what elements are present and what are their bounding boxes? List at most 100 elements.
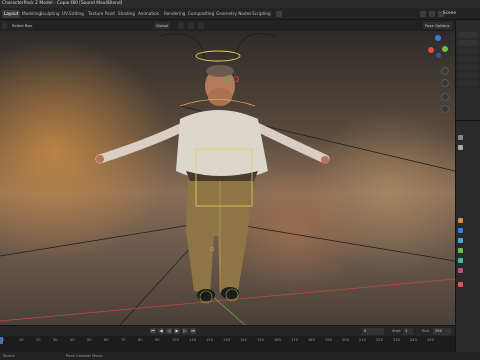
scene-name[interactable]: Scene: [443, 10, 456, 18]
y-axis-icon[interactable]: [442, 46, 448, 52]
timeline-tick: 160: [274, 338, 281, 342]
start-frame-label: Start: [392, 329, 401, 333]
timeline-tick: 250: [427, 338, 434, 342]
face-control: [233, 76, 239, 82]
tab-modeling[interactable]: Modeling: [22, 10, 41, 18]
timeline-tick: 170: [291, 338, 298, 342]
editor-type-icon[interactable]: [2, 22, 7, 29]
timeline-tick: 210: [359, 338, 366, 342]
status-middle: Pose Context Menu: [66, 353, 103, 358]
timeline-tick: 120: [206, 338, 213, 342]
timeline-tick: 60: [104, 338, 109, 342]
timeline-tick: 140: [240, 338, 247, 342]
timeline-tick: 110: [189, 338, 196, 342]
select-box-tool[interactable]: Select Box: [10, 22, 34, 29]
status-bar: Select Pose Context Menu: [0, 352, 480, 360]
viewport-header: Select Box Global Pose Options: [0, 20, 455, 31]
material-icon[interactable]: [458, 268, 463, 273]
viewport-scene[interactable]: [0, 31, 455, 325]
tab-shading[interactable]: Shading: [118, 10, 135, 18]
render-icon[interactable]: [458, 145, 463, 150]
timeline-tick: 180: [308, 338, 315, 342]
timeline-tick: 230: [393, 338, 400, 342]
z-axis-icon[interactable]: [435, 35, 441, 41]
timeline-tick: 100: [172, 338, 179, 342]
timeline-controls: ⏮ ◀ ◁ ▶ ▷ ⏭ 0 Start 1 End 250: [0, 325, 455, 336]
tab-sculpting[interactable]: Sculpting: [40, 10, 60, 18]
status-left: Select: [3, 353, 15, 358]
pose-options-dropdown[interactable]: Pose Options: [423, 22, 452, 29]
jump-start-button[interactable]: ⏮: [150, 328, 156, 334]
modifier-icon[interactable]: [458, 228, 463, 233]
end-frame-field[interactable]: 250: [433, 328, 451, 335]
outliner-row[interactable]: [458, 72, 478, 78]
tab-animation[interactable]: Animation: [138, 10, 159, 18]
camera-icon[interactable]: [441, 93, 449, 101]
play-button[interactable]: ▶: [174, 328, 180, 334]
tab-geometry-nodes[interactable]: Geometry Nodes: [216, 10, 251, 18]
particles-icon[interactable]: [458, 238, 463, 243]
pan-icon[interactable]: [441, 79, 449, 87]
properties-outliner-panel[interactable]: [455, 20, 480, 360]
tab-layout[interactable]: Layout: [2, 10, 21, 18]
texture-icon[interactable]: [458, 282, 463, 287]
timeline-tick: 240: [410, 338, 417, 342]
outliner-row[interactable]: [458, 40, 478, 46]
timeline-tick: 50: [87, 338, 92, 342]
workspace-tab-bar: Layout Modeling Sculpting UV Editing Tex…: [0, 8, 480, 20]
camera-line: [214, 220, 455, 262]
transform-orientation-dropdown[interactable]: Global: [154, 22, 171, 29]
zoom-icon[interactable]: [441, 67, 449, 75]
scene-copy-icon[interactable]: [429, 11, 435, 17]
tab-scripting[interactable]: Scripting: [252, 10, 271, 18]
add-workspace-icon[interactable]: [276, 11, 282, 17]
timeline-tick: 190: [325, 338, 332, 342]
timeline-tick: 130: [223, 338, 230, 342]
window-title-bar: CharacterPack 2 Model - Copie.f80 [Sound…: [0, 0, 480, 8]
scene-selector-icon[interactable]: [420, 11, 426, 17]
character-model: [95, 65, 330, 301]
x-axis-icon[interactable]: [428, 47, 434, 53]
camera-line: [0, 220, 216, 257]
head-control-bone: [195, 50, 241, 62]
3d-viewport[interactable]: [0, 31, 455, 325]
timeline-tick: 70: [121, 338, 126, 342]
end-frame-label: End: [422, 329, 429, 333]
outliner-row[interactable]: [458, 64, 478, 70]
neg-z-axis-icon[interactable]: [436, 53, 441, 58]
outliner-row[interactable]: [458, 32, 478, 38]
timeline-tick: 90: [155, 338, 160, 342]
tab-uv-editing[interactable]: UV Editing: [62, 10, 84, 18]
timeline-tick: 0: [2, 338, 5, 342]
tab-rendering[interactable]: Rendering: [164, 10, 185, 18]
prev-keyframe-button[interactable]: ◀: [158, 328, 164, 334]
tab-compositing[interactable]: Compositing: [188, 10, 214, 18]
panel-divider: [456, 120, 480, 121]
physics-icon[interactable]: [458, 248, 463, 253]
timeline-tick: 220: [376, 338, 383, 342]
current-frame-field[interactable]: 0: [362, 328, 384, 335]
outliner-row[interactable]: [458, 56, 478, 62]
outliner-row[interactable]: [458, 80, 478, 86]
timeline-tick: 30: [53, 338, 58, 342]
grid-icon[interactable]: [441, 105, 449, 113]
window-title: CharacterPack 2 Model - Copie.f80 [Sound…: [2, 1, 123, 6]
object-icon[interactable]: [458, 218, 463, 223]
proportional-edit-icon[interactable]: [198, 22, 204, 29]
start-frame-field[interactable]: 1: [403, 328, 413, 335]
timeline-tick: 20: [36, 338, 41, 342]
pivot-icon[interactable]: [178, 22, 184, 29]
navigation-gizmo[interactable]: [426, 35, 452, 61]
timeline-tick: 200: [342, 338, 349, 342]
timeline-tick: 40: [70, 338, 75, 342]
tab-texture-paint[interactable]: Texture Paint: [88, 10, 115, 18]
play-reverse-button[interactable]: ◁: [166, 328, 172, 334]
snap-icon[interactable]: [188, 22, 194, 29]
timeline-ruler[interactable]: 0 10 20 30 40 50 60 70 80 90 100 110 120…: [0, 336, 455, 352]
constraints-icon[interactable]: [458, 258, 463, 263]
jump-end-button[interactable]: ⏭: [190, 328, 196, 334]
outliner-row[interactable]: [458, 48, 478, 54]
timeline-tick: 10: [19, 338, 24, 342]
next-keyframe-button[interactable]: ▷: [182, 328, 188, 334]
tool-icon[interactable]: [458, 135, 463, 140]
